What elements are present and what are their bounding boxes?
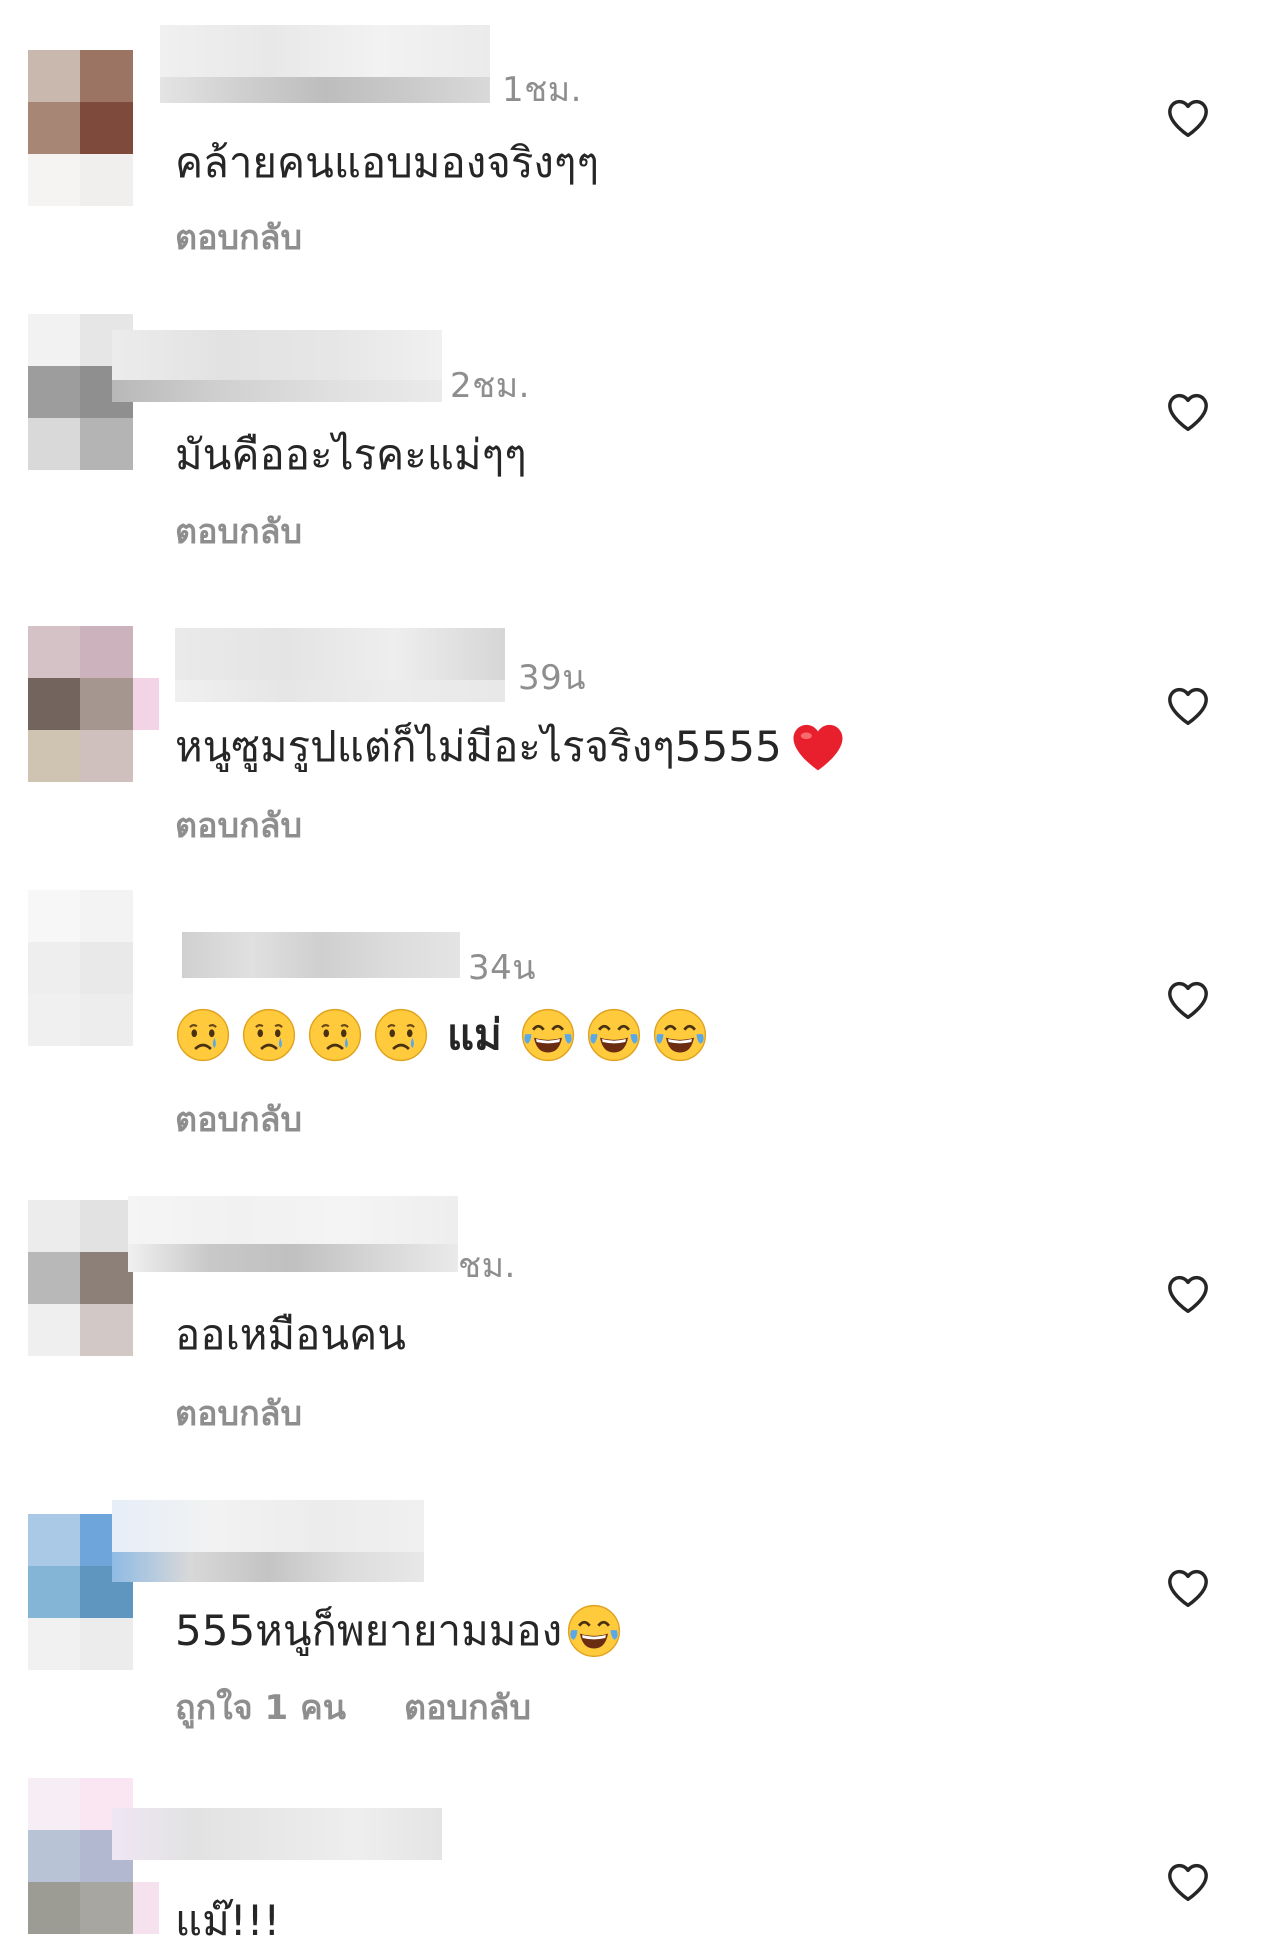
username-blurred[interactable] — [160, 25, 490, 103]
avatar[interactable] — [20, 626, 133, 784]
comment-timestamp: ชม. — [458, 1246, 516, 1286]
avatar[interactable] — [28, 1200, 133, 1358]
reply-button[interactable]: ตอบกลับ — [175, 210, 302, 264]
reply-button[interactable]: ตอบกลับ — [175, 504, 302, 558]
username-blurred[interactable] — [175, 628, 505, 702]
heart-outline-icon[interactable] — [1166, 686, 1210, 726]
comment-item: 555หนูก็พยายามมอง ถูกใจ 1 คน ตอบกลับ — [0, 1470, 1280, 1764]
heart-outline-icon[interactable] — [1166, 98, 1210, 138]
comment-item: 34น แม่ ตอบกลับ — [0, 882, 1280, 1176]
comment-text-content: มันคืออะไรคะแม่ๆๆ — [175, 430, 527, 479]
crying-face-icon — [242, 1008, 296, 1062]
comment-timestamp: 34น — [468, 948, 537, 988]
crying-face-icon — [374, 1008, 428, 1062]
comment-text: หนูซูมรูปแต่ก็ไม่มีอะไรจริงๆ5555 — [175, 714, 856, 780]
red-heart-icon — [793, 724, 843, 771]
tears-of-joy-icon — [568, 1604, 621, 1658]
comment-actions: ตอบกลับ — [175, 1092, 302, 1146]
emoji-group-crying — [175, 1007, 439, 1063]
likes-count[interactable]: ถูกใจ 1 คน — [175, 1680, 346, 1734]
comment-text-content: แม่ — [447, 1010, 502, 1059]
heart-outline-icon[interactable] — [1166, 1862, 1210, 1902]
username-blurred[interactable] — [112, 1808, 442, 1860]
comment-item: ชม. ออเหมือนคน ตอบกลับ — [0, 1176, 1280, 1470]
comment-actions: ตอบกลับ — [175, 1386, 302, 1440]
comment-text-content: 555หนูก็พยายามมอง — [175, 1606, 563, 1655]
comment-text: คล้ายคนแอบมองจริงๆๆ — [175, 130, 599, 196]
emoji-group-laughing — [566, 1603, 632, 1659]
comment-text: มันคืออะไรคะแม่ๆๆ — [175, 422, 527, 488]
reply-button[interactable]: ตอบกลับ — [175, 1092, 302, 1146]
comment-text: แม๊!!! — [175, 1888, 280, 1954]
comment-text: แม่ — [175, 1002, 718, 1068]
comment-text-content: หนูซูมรูปแต่ก็ไม่มีอะไรจริงๆ5555 — [175, 722, 782, 771]
crying-face-icon — [176, 1008, 230, 1062]
comment-text: 555หนูก็พยายามมอง — [175, 1598, 632, 1664]
avatar[interactable] — [28, 50, 133, 208]
reply-button[interactable]: ตอบกลับ — [404, 1680, 531, 1734]
comment-text: ออเหมือนคน — [175, 1302, 406, 1368]
comment-item: 2ชม. มันคืออะไรคะแม่ๆๆ ตอบกลับ — [0, 294, 1280, 588]
comment-item: 1ชม. คล้ายคนแอบมองจริงๆๆ ตอบกลับ — [0, 0, 1280, 294]
comment-timestamp: 39น — [518, 658, 587, 698]
tears-of-joy-icon — [587, 1008, 640, 1062]
tears-of-joy-icon — [653, 1008, 706, 1062]
heart-outline-icon[interactable] — [1166, 1274, 1210, 1314]
username-blurred[interactable] — [182, 932, 460, 978]
comment-item: 39น หนูซูมรูปแต่ก็ไม่มีอะไรจริงๆ5555 ตอบ… — [0, 588, 1280, 882]
crying-face-icon — [308, 1008, 362, 1062]
comment-item: แม๊!!! — [0, 1764, 1280, 1952]
comment-text-content: ออเหมือนคน — [175, 1310, 406, 1359]
comment-timestamp: 1ชม. — [502, 70, 582, 110]
comment-text-content: คล้ายคนแอบมองจริงๆๆ — [175, 138, 599, 187]
emoji-group-laughing — [520, 1007, 718, 1063]
heart-outline-icon[interactable] — [1166, 980, 1210, 1020]
heart-outline-icon[interactable] — [1166, 1568, 1210, 1608]
avatar-edge — [133, 1882, 159, 1934]
comment-actions: ตอบกลับ — [175, 504, 302, 558]
username-blurred[interactable] — [112, 1500, 424, 1582]
comment-actions: ตอบกลับ — [175, 798, 302, 852]
comment-text-content: แม๊!!! — [175, 1896, 281, 1945]
reply-button[interactable]: ตอบกลับ — [175, 798, 302, 852]
comment-timestamp: 2ชม. — [450, 366, 530, 406]
username-blurred[interactable] — [128, 1196, 458, 1272]
heart-outline-icon[interactable] — [1166, 392, 1210, 432]
comment-actions: ถูกใจ 1 คน ตอบกลับ — [175, 1680, 531, 1734]
comment-actions: ตอบกลับ — [175, 210, 302, 264]
avatar[interactable] — [28, 890, 133, 1048]
username-blurred[interactable] — [112, 330, 442, 402]
avatar-edge — [133, 678, 159, 730]
tears-of-joy-icon — [521, 1008, 574, 1062]
reply-button[interactable]: ตอบกลับ — [175, 1386, 302, 1440]
